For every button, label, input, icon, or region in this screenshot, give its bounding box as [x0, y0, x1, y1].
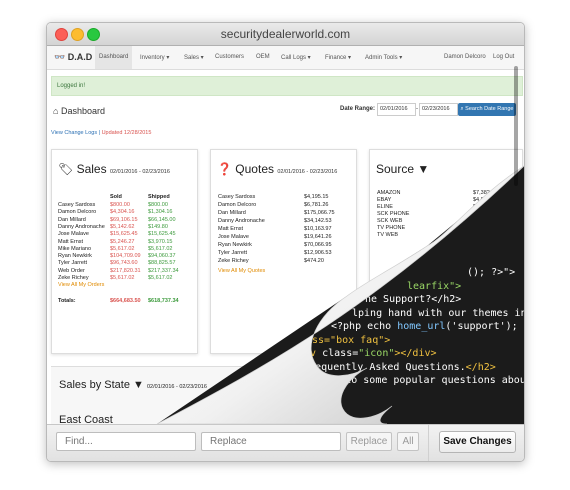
page-curl-graphic	[156, 165, 524, 424]
save-changes-button[interactable]: Save Changes	[439, 431, 516, 453]
window-titlebar: securitydealerworld.com	[47, 23, 524, 46]
replace-input[interactable]	[201, 432, 341, 451]
findbar-divider	[428, 425, 429, 461]
window-title: securitydealerworld.com	[220, 27, 351, 41]
find-replace-bar: Replace All Save Changes	[47, 424, 524, 461]
replace-all-button[interactable]: All	[397, 432, 419, 451]
scrollbar[interactable]	[514, 66, 518, 186]
browser-window: securitydealerworld.com 👓 D.A.D Dashboar…	[46, 22, 525, 462]
replace-button[interactable]: Replace	[346, 432, 392, 451]
page-curl-shape	[156, 165, 524, 424]
page-content: 👓 D.A.D Dashboard Inventory ▾ Sales ▾ Cu…	[47, 46, 524, 424]
find-input[interactable]	[56, 432, 196, 451]
